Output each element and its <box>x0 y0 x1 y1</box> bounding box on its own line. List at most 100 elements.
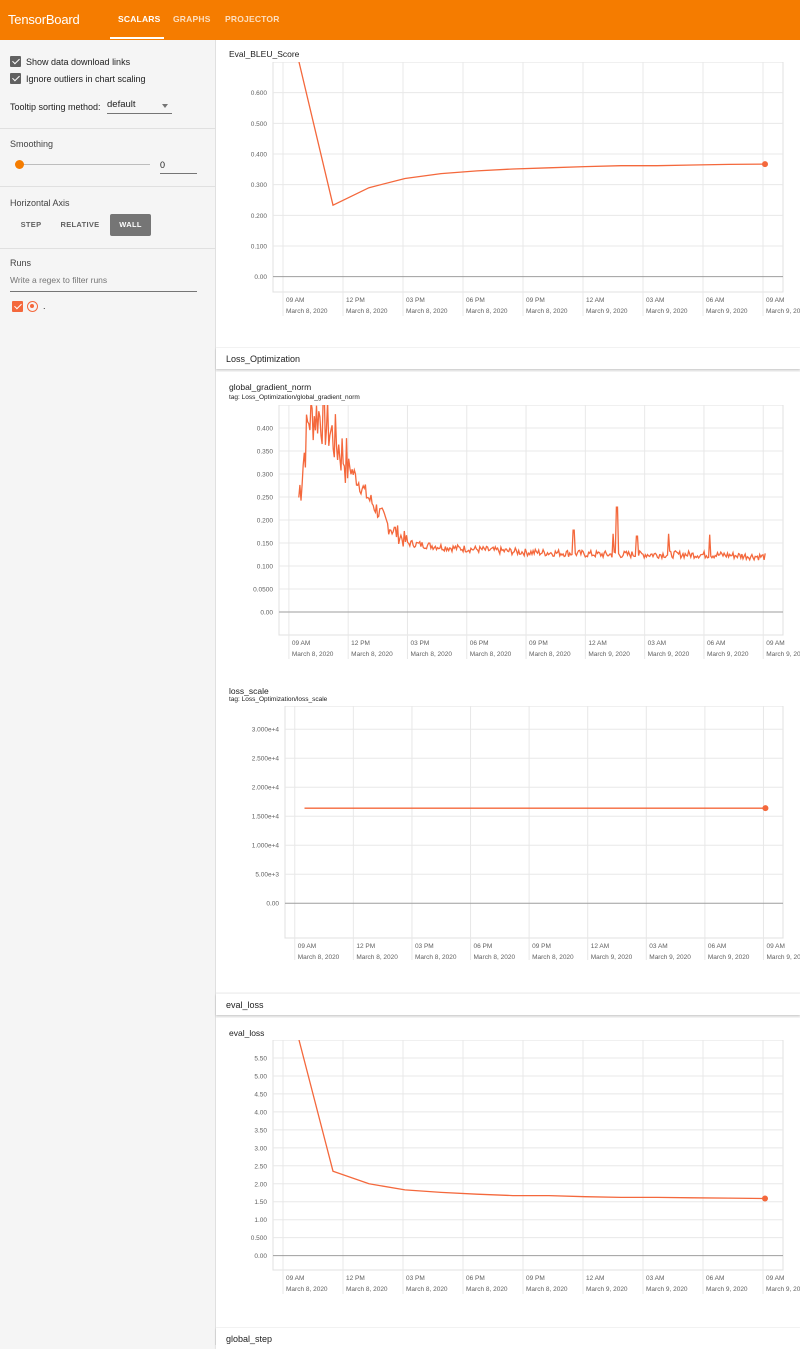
y-tick-label: 0.200 <box>251 213 268 220</box>
top-app-bar: TensorBoard SCALARS GRAPHS PROJECTOR <box>0 0 800 40</box>
chart-title: Eval_BLEU_Score <box>229 49 300 59</box>
series-line <box>298 1040 766 1200</box>
x-tick-date: March 9, 2020 <box>588 651 630 658</box>
smoothing-label: Smoothing <box>10 139 54 149</box>
x-tick-label: 06 PM <box>470 640 489 647</box>
x-tick-date: March 8, 2020 <box>286 308 328 315</box>
series-line <box>298 62 766 207</box>
chart-tag: tag: Loss_Optimization/global_gradient_n… <box>229 394 360 401</box>
x-tick-label: 12 PM <box>346 297 365 304</box>
smoothing-input[interactable]: 0 <box>160 160 197 174</box>
x-tick-label: 06 PM <box>474 943 493 950</box>
last-point-marker <box>762 161 768 168</box>
group-header-global-step[interactable]: global_step <box>216 1328 800 1349</box>
tooltip-sorting-label: Tooltip sorting method: <box>10 102 101 112</box>
x-tick-date: March 8, 2020 <box>298 954 340 960</box>
tab-scalars[interactable]: SCALARS <box>118 14 161 24</box>
group-title: eval_loss <box>226 1000 264 1010</box>
group-header-eval-loss[interactable]: eval_loss <box>216 994 800 1015</box>
y-tick-label: 0.00 <box>254 1253 267 1260</box>
x-tick-label: 03 PM <box>410 640 429 647</box>
chart-global-gradient-norm[interactable]: 09 AM March 8, 2020 12 PM March 8, 2020 03 P… <box>216 405 800 659</box>
runs-label: Runs <box>10 258 32 268</box>
x-tick-label: 09 PM <box>529 640 548 647</box>
x-tick-date: March 9, 2020 <box>707 651 749 658</box>
y-tick-label: 1.000e+4 <box>252 843 280 850</box>
y-tick-label: 0.100 <box>251 244 268 251</box>
x-tick-label: 06 AM <box>706 297 724 304</box>
x-tick-label: 09 AM <box>766 297 784 304</box>
x-tick-date: March 8, 2020 <box>356 954 398 960</box>
runs-filter-input[interactable]: Write a regex to filter runs <box>10 275 197 292</box>
x-tick-date: March 8, 2020 <box>470 651 512 658</box>
y-tick-label: 2.000e+4 <box>252 785 280 792</box>
x-tick-label: 06 AM <box>707 640 725 647</box>
y-tick-label: 3.00 <box>254 1145 267 1152</box>
x-tick-date: March 8, 2020 <box>415 954 457 960</box>
x-tick-date: March 9, 2020 <box>586 308 628 315</box>
active-tab-indicator <box>110 37 164 39</box>
y-tick-label: 5.00e+3 <box>255 872 279 879</box>
smoothing-value: 0 <box>160 160 166 170</box>
x-tick-date: March 8, 2020 <box>406 308 448 315</box>
x-tick-label: 09 PM <box>532 943 551 950</box>
x-tick-label: 09 PM <box>526 297 545 304</box>
y-tick-label: 0.100 <box>257 564 274 571</box>
y-tick-label: 2.50 <box>254 1163 267 1170</box>
x-tick-date: March 9, 2020 <box>649 954 691 960</box>
chart-eval-loss[interactable]: 09 AM March 8, 2020 12 PM March 8, 2020 03 P… <box>216 1040 800 1294</box>
y-tick-label: 4.00 <box>254 1109 267 1116</box>
axis-step-button[interactable]: STEP <box>12 214 50 236</box>
chart-tag: tag: Loss_Optimization/loss_scale <box>229 696 328 703</box>
x-tick-date: March 8, 2020 <box>292 651 334 658</box>
ignore-outliers-checkbox[interactable] <box>10 73 21 84</box>
y-tick-label: 4.50 <box>254 1091 267 1098</box>
x-tick-date: March 8, 2020 <box>529 651 571 658</box>
y-tick-label: 0.350 <box>257 449 274 456</box>
x-tick-label: 03 AM <box>648 640 666 647</box>
chart-eval-bleu-score[interactable]: 09 AM March 8, 2020 12 PM March 8, 2020 03 P… <box>216 62 800 316</box>
y-tick-label: 0.500 <box>251 1235 268 1242</box>
y-tick-label: 5.50 <box>254 1055 267 1062</box>
tab-graphs[interactable]: GRAPHS <box>173 14 211 24</box>
y-tick-label: 0.400 <box>251 152 268 159</box>
y-tick-label: 0.400 <box>257 426 274 433</box>
x-tick-label: 03 PM <box>415 943 434 950</box>
y-tick-label: 2.500e+4 <box>252 756 280 763</box>
show-download-links-label: Show data download links <box>26 57 131 67</box>
x-tick-date: March 9, 2020 <box>646 308 688 315</box>
x-tick-label: 12 PM <box>356 943 375 950</box>
group-title: global_step <box>226 1334 273 1344</box>
chart-loss-scale[interactable]: 09 AM March 8, 2020 12 PM March 8, 2020 03 P… <box>216 706 800 960</box>
group-title: Loss_Optimization <box>226 354 301 364</box>
axis-wall-button[interactable]: WALL <box>110 214 151 236</box>
tab-projector[interactable]: PROJECTOR <box>225 14 280 24</box>
smoothing-slider-track[interactable] <box>20 164 150 165</box>
y-tick-label: 1.500e+4 <box>252 814 280 821</box>
sidebar: Show data download links Ignore outliers… <box>0 40 216 1345</box>
chart-title: global_gradient_norm <box>229 382 312 392</box>
y-tick-label: 3.50 <box>254 1127 267 1134</box>
y-tick-label: 0.00 <box>254 274 267 281</box>
x-tick-label: 06 PM <box>466 297 485 304</box>
y-tick-label: 0.300 <box>257 472 274 479</box>
smoothing-slider-knob[interactable] <box>15 160 24 169</box>
tooltip-sorting-value: default <box>107 99 136 110</box>
app-title: TensorBoard <box>8 12 80 27</box>
show-download-links-checkbox[interactable] <box>10 56 21 67</box>
divider <box>0 186 216 187</box>
x-tick-label: 12 PM <box>351 640 370 647</box>
x-tick-date: March 8, 2020 <box>466 308 508 315</box>
x-tick-label: 12 PM <box>346 1275 365 1282</box>
run-checkbox[interactable] <box>12 301 23 312</box>
divider <box>0 248 216 249</box>
x-tick-date: March 9, 2020 <box>708 954 750 960</box>
x-tick-date: March 9, 2020 <box>766 308 800 315</box>
axis-relative-button[interactable]: RELATIVE <box>55 214 105 236</box>
group-header-loss-optimization[interactable]: Loss_Optimization <box>216 348 800 369</box>
x-tick-date: March 9, 2020 <box>706 308 748 315</box>
run-color-radio[interactable] <box>27 301 38 312</box>
tooltip-sorting-select[interactable]: default <box>107 99 172 114</box>
y-tick-label: 0.500 <box>251 121 268 128</box>
y-tick-label: 5.00 <box>254 1073 267 1080</box>
